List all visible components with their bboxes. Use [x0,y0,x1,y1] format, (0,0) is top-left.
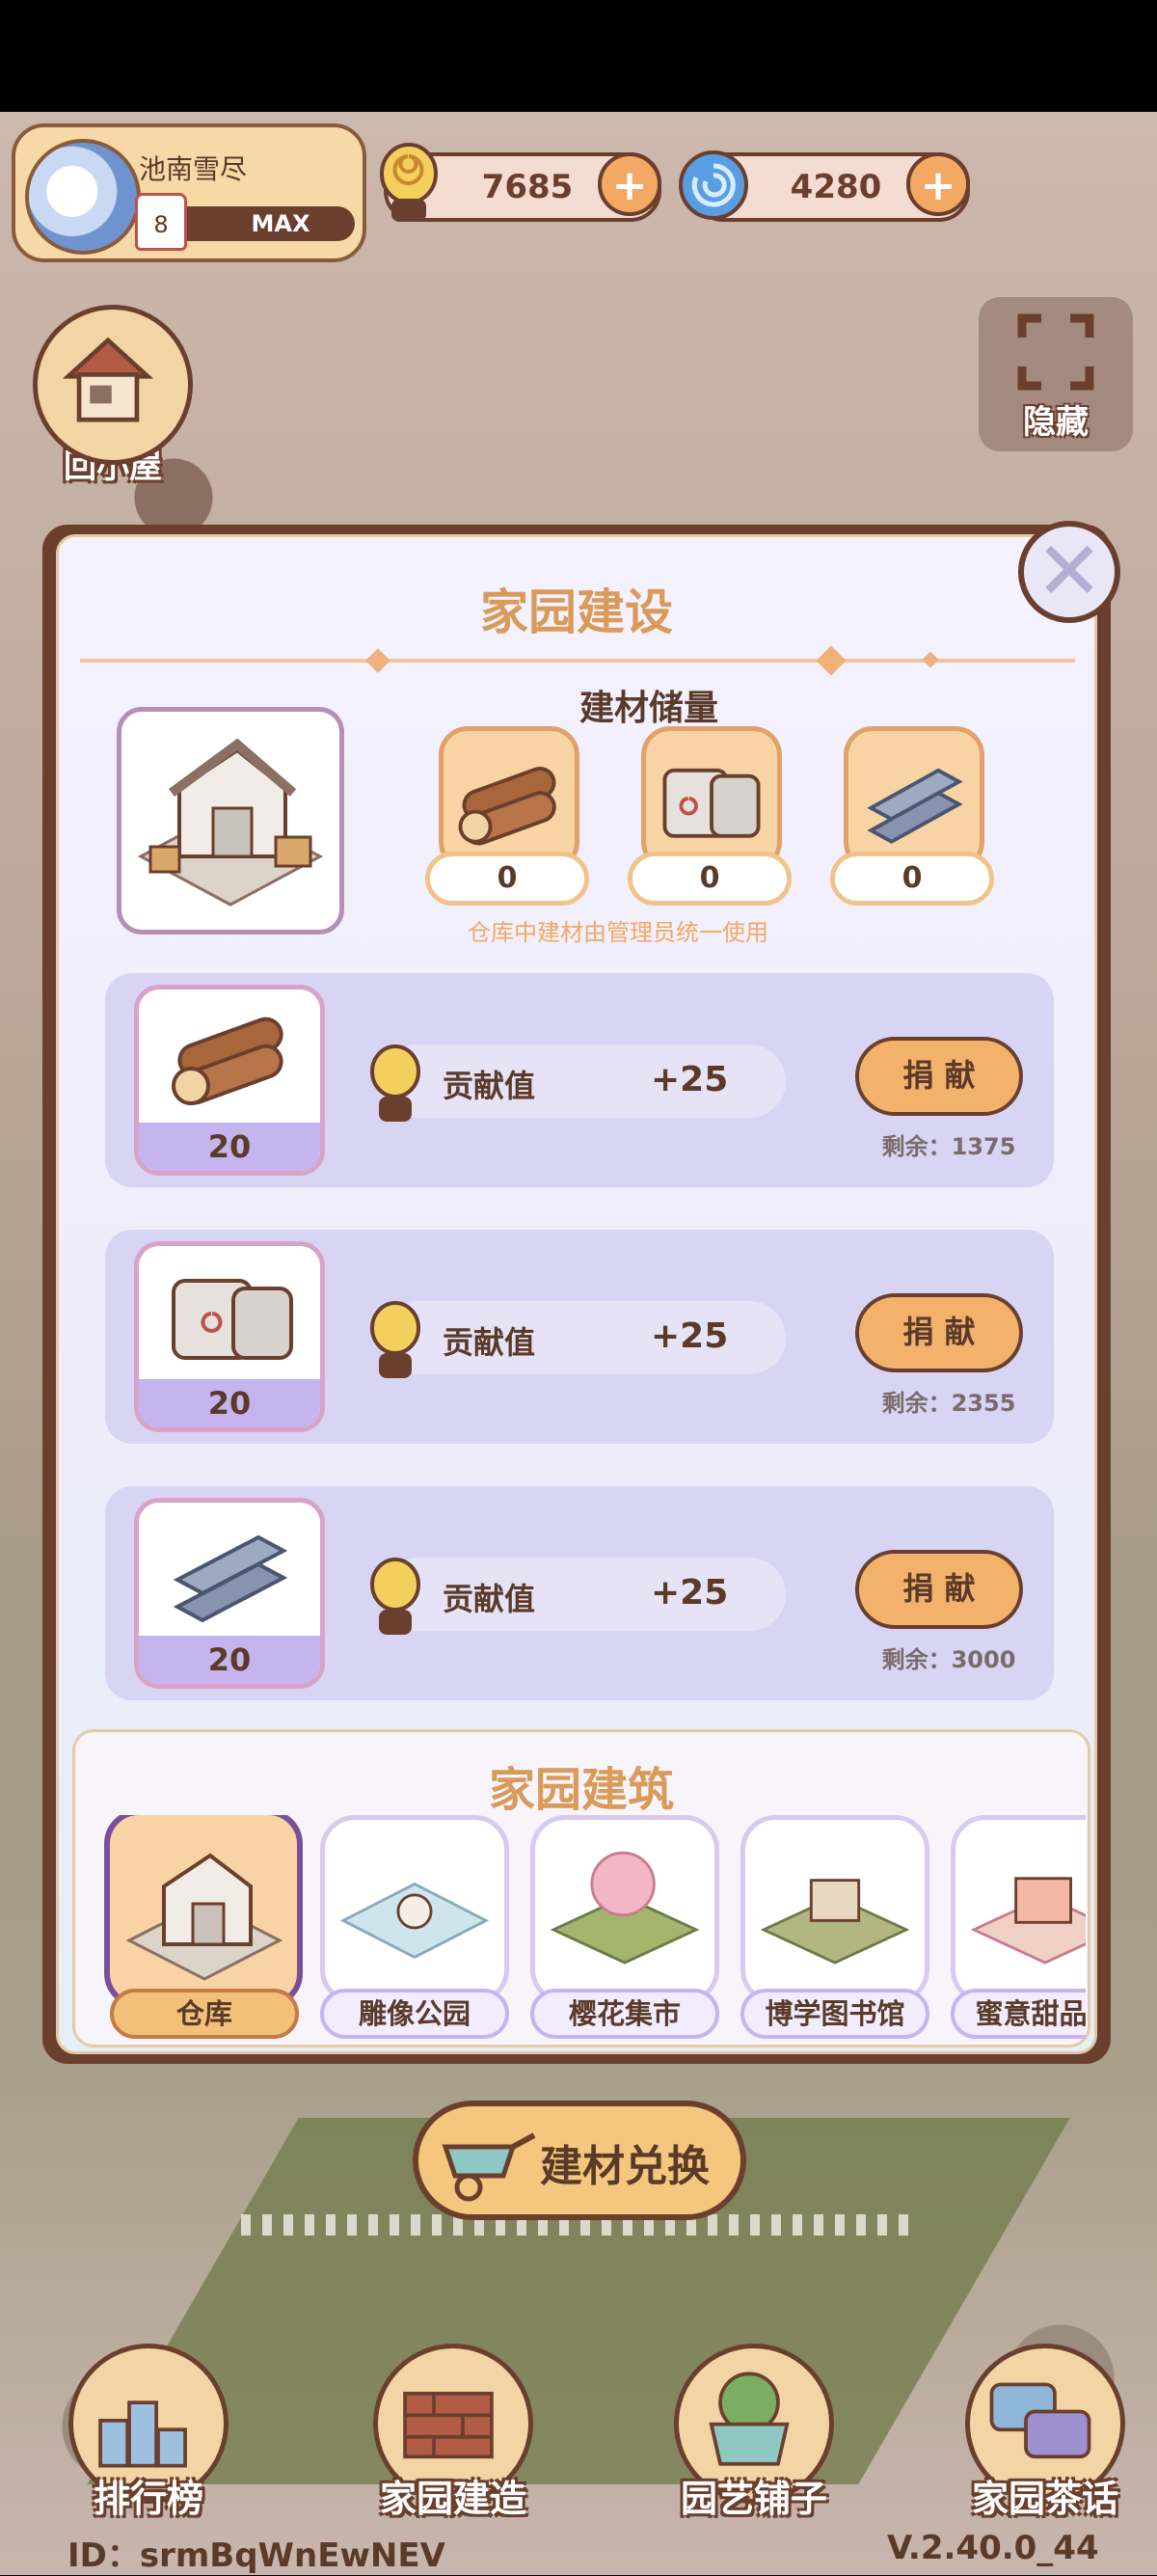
back-home-button[interactable]: 回小屋 [31,305,195,487]
donate-qty: 20 [139,1123,320,1171]
donate-row-steel: 20 贡献值 +25 捐 献 剩余：3000 [105,1486,1054,1700]
building-dessert-house[interactable]: 蜜意甜品屋 [951,1815,1086,2039]
player-name: 池南雪尽 [139,153,248,185]
donate-button[interactable]: 捐 献 [855,1550,1023,1629]
nav-garden-shop[interactable]: 园艺铺子 [648,2344,860,2522]
donate-qty: 20 [139,1636,320,1684]
building-name: 樱花集市 [530,1989,719,2039]
warehouse-icon [137,738,324,907]
donate-item-card: 20 [134,1241,325,1432]
donate-row-cement: 20 贡献值 +25 捐 献 剩余：2355 [105,1230,1054,1444]
building-name: 蜜意甜品屋 [951,1989,1086,2039]
stock-count: 0 [830,852,994,906]
stock-count: 0 [425,852,589,906]
snail-coin-icon [380,143,438,222]
snail-coin-icon [370,1558,420,1635]
donate-button[interactable]: 捐 献 [855,1293,1023,1372]
fullscreen-icon [1017,313,1094,391]
dessert-house-icon [970,1877,1086,1965]
nav-label: 园艺铺子 [680,2478,827,2520]
buildings-title: 家园建筑 [488,1763,674,1817]
hide-label: 隐藏 [1023,403,1089,442]
donate-item-card: 20 [134,985,325,1176]
contribution-pill: 贡献值 +25 [381,1301,786,1374]
add-swirl-currency-button[interactable]: + [906,152,970,216]
contribution-label: 贡献值 [443,1324,536,1361]
contribution-amount: +25 [651,1316,729,1356]
nav-label: 家园建造 [379,2478,526,2520]
warehouse-preview [117,707,344,935]
swirl-currency-value: 4280 [790,168,882,206]
steel-beams-icon [173,1534,288,1623]
level-house-icon: 8 [135,193,187,251]
building-library[interactable]: 博学图书馆 [740,1815,933,2039]
home-construction-dialog: 家园建设 建材储量 0 0 0 仓库中建材由管理员统一使用 20 贡献值 +25… [42,525,1111,2064]
stock-count: 0 [628,852,792,906]
add-snail-currency-button[interactable]: + [598,152,661,216]
close-dialog-button[interactable]: ✕ [1018,521,1120,623]
cement-bags-icon [172,1279,293,1360]
statue-park-icon [339,1882,490,1959]
stock-cement: 0 [628,726,792,919]
building-name: 仓库 [110,1989,299,2039]
material-exchange-button[interactable]: 建材兑换 [413,2101,746,2220]
donate-qty: 20 [139,1379,320,1427]
snail-coin-icon [370,1044,420,1122]
wood-logs-icon [172,1017,283,1105]
app-version: V.2.40.0_44 [887,2529,1099,2567]
cement-bags-icon [662,768,761,838]
donate-row-wood: 20 贡献值 +25 捐 献 剩余：1375 [105,973,1054,1187]
remaining-count: 剩余：3000 [881,1646,1016,1673]
steel-beams-icon [867,768,963,844]
stock-note: 仓库中建材由管理员统一使用 [468,919,768,946]
hide-ui-button[interactable]: 隐藏 [979,297,1133,451]
level-status: MAX [251,210,310,237]
nav-home-build[interactable]: 家园建造 [347,2344,559,2522]
house-icon [33,305,193,465]
player-id: ID：srmBqWnEwNEV [67,2536,445,2575]
wheelbarrow-icon [442,2132,536,2202]
contribution-label: 贡献值 [443,1581,536,1617]
nav-label: 家园茶话 [971,2478,1118,2520]
stock-steel: 0 [830,726,994,919]
wood-logs-icon [458,766,556,846]
warehouse-icon [125,1853,283,1981]
exchange-label: 建材兑换 [540,2142,710,2191]
building-sakura-market[interactable]: 樱花集市 [530,1815,723,2039]
donate-button[interactable]: 捐 献 [855,1037,1023,1116]
contribution-label: 贡献值 [443,1068,536,1104]
snail-coin-icon [370,1301,420,1378]
library-icon [760,1879,910,1965]
buildings-list[interactable]: 仓库 雕像公园 樱花集市 博学图书馆 蜜意甜品 [93,1815,1086,2047]
player-card[interactable]: 池南雪尽 8 MAX [12,123,366,262]
contribution-pill: 贡献值 +25 [381,1558,786,1631]
level-bar: 8 MAX [135,193,355,251]
building-statue-park[interactable]: 雕像公园 [320,1815,513,2039]
title-divider [80,645,1075,676]
dialog-title: 家园建设 [480,584,673,640]
nav-tea-chat[interactable]: 家园茶话 [939,2344,1151,2522]
swirl-gem-icon [679,150,748,220]
remaining-count: 剩余：2355 [881,1390,1016,1417]
stock-wood: 0 [425,726,589,919]
contribution-amount: +25 [651,1573,729,1613]
building-warehouse[interactable]: 仓库 [104,1815,303,2039]
building-name: 雕像公园 [320,1989,509,2039]
nav-leaderboard[interactable]: 排行榜 [42,2344,255,2522]
avatar[interactable] [25,139,141,255]
contribution-amount: +25 [651,1060,729,1099]
donate-item-card: 20 [134,1498,325,1689]
nav-label: 排行榜 [93,2478,203,2520]
contribution-pill: 贡献值 +25 [381,1044,786,1118]
buildings-panel: 家园建筑 仓库 雕像公园 樱花集市 博学图书馆 蜜意甜品 [72,1729,1090,2047]
close-icon: ✕ [1035,524,1104,618]
snail-currency-value: 7685 [481,168,574,206]
stock-title: 建材储量 [579,689,719,728]
building-name: 博学图书馆 [740,1989,929,2039]
remaining-count: 剩余：1375 [881,1133,1016,1160]
sakura-tree-icon [550,1851,700,1965]
